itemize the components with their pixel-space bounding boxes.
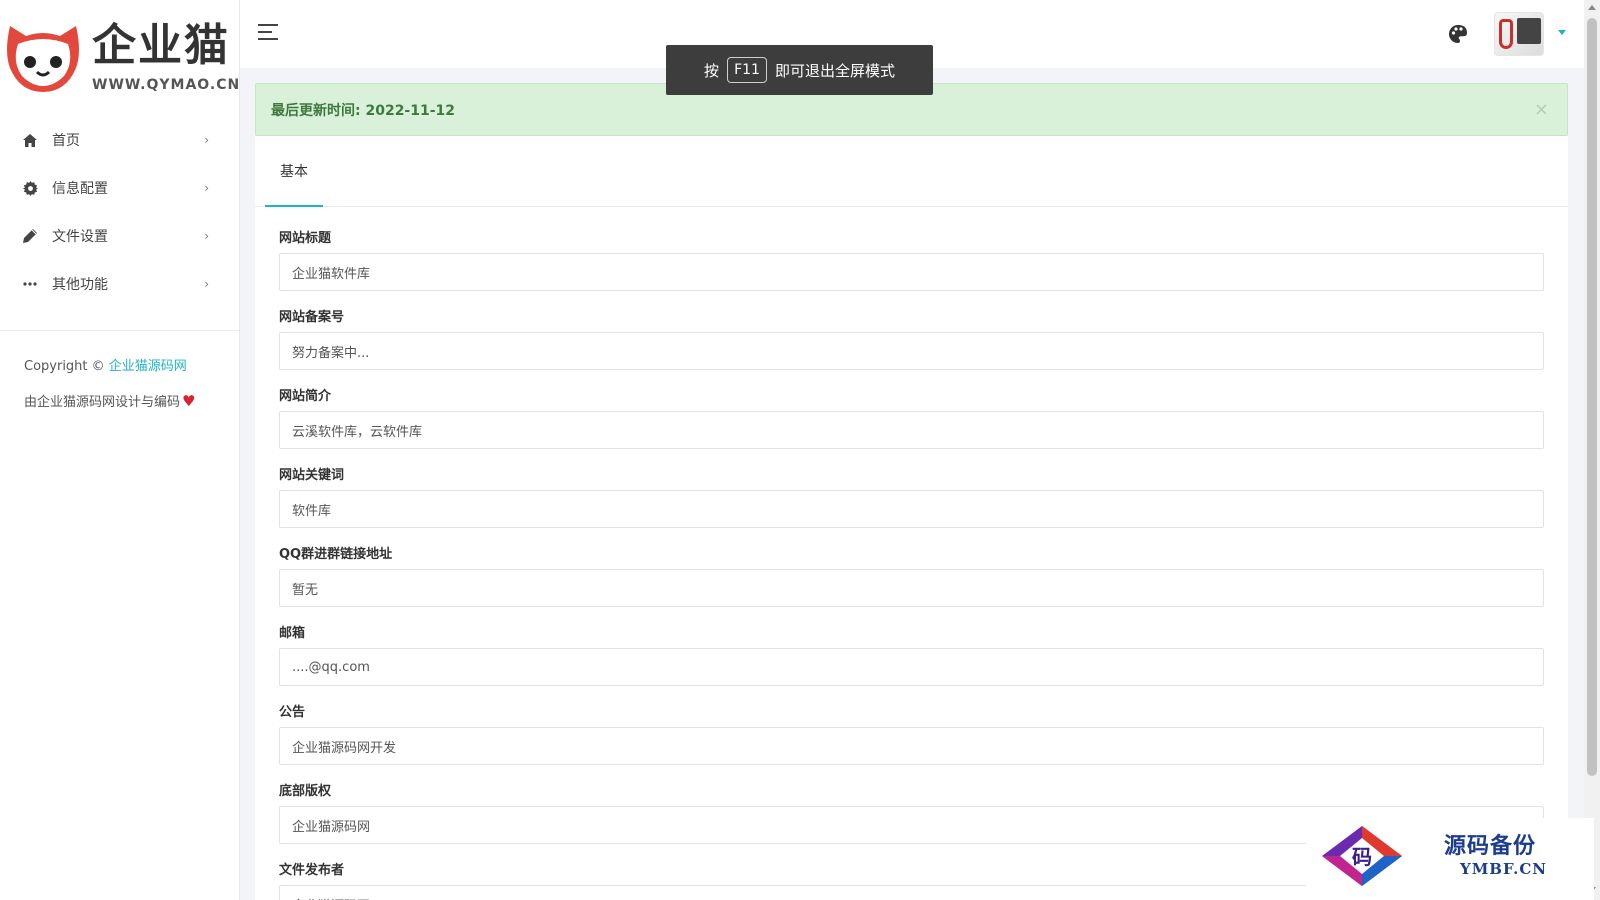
field-qq-group: QQ群进群链接地址 暂无: [279, 543, 1544, 607]
chevron-right-icon: ›: [204, 229, 209, 243]
field-label: 底部版权: [279, 784, 332, 799]
copyright-prefix: Copyright ©: [24, 359, 105, 374]
toast-key: F11: [727, 57, 767, 83]
field-notice: 公告 企业猫源码网开发: [279, 701, 1544, 765]
menu-toggle-icon[interactable]: [258, 24, 278, 42]
field-label: 邮箱: [279, 626, 306, 641]
toast-suffix: 即可退出全屏模式: [774, 61, 895, 80]
sidebar-item-home[interactable]: 首页 ›: [0, 116, 239, 164]
heart-icon: ♥: [182, 391, 196, 410]
sidebar-item-label: 文件设置: [52, 229, 108, 245]
field-label: 公告: [279, 705, 306, 720]
logo[interactable]: 企业猫 WWW.QYMAO.CN: [0, 0, 239, 102]
fullscreen-toast: 按 F11 即可退出全屏模式: [666, 45, 933, 95]
sidebar-item-file-settings[interactable]: 文件设置 ›: [0, 212, 239, 260]
description-input[interactable]: 云溪软件库，云软件库: [279, 411, 1544, 449]
sidebar-item-other[interactable]: 其他功能 ›: [0, 260, 239, 308]
site-title-input[interactable]: 企业猫软件库: [279, 253, 1544, 291]
field-icp: 网站备案号 努力备案中...: [279, 306, 1544, 370]
chevron-right-icon: ›: [204, 181, 209, 195]
watermark: 码 源码备份 YMBF.CN: [1306, 818, 1594, 900]
chevron-right-icon: ›: [204, 277, 209, 291]
chevron-right-icon: ›: [204, 133, 209, 147]
field-label: 网站关键词: [279, 468, 345, 483]
scroll-up-icon[interactable]: [1588, 5, 1596, 10]
sidebar-item-label: 首页: [52, 133, 80, 149]
more-icon: [22, 276, 38, 292]
credit: 由企业猫源码网设计与编码 ♥: [0, 377, 239, 411]
palette-icon[interactable]: [1448, 24, 1468, 44]
pencil-icon: [22, 228, 38, 244]
copyright: Copyright © 企业猫源码网: [0, 331, 239, 377]
chevron-down-icon[interactable]: [1558, 30, 1566, 35]
notice-input[interactable]: 企业猫源码网开发: [279, 727, 1544, 765]
close-icon[interactable]: ×: [1534, 99, 1549, 120]
sidebar-item-label: 信息配置: [52, 181, 108, 197]
keywords-input[interactable]: 软件库: [279, 490, 1544, 528]
logo-url: WWW.QYMAO.CN: [92, 77, 241, 93]
logo-text: 企业猫: [92, 20, 230, 71]
credit-text: 由企业猫源码网设计与编码: [24, 395, 181, 410]
tab-basic[interactable]: 基本: [265, 136, 323, 207]
gear-icon: [22, 180, 38, 196]
field-keywords: 网站关键词 软件库: [279, 464, 1544, 528]
field-label: 网站简介: [279, 389, 332, 404]
field-label: 网站标题: [279, 231, 332, 246]
cat-logo-icon: [7, 26, 79, 92]
icp-input[interactable]: 努力备案中...: [279, 332, 1544, 370]
svg-text:码: 码: [1352, 845, 1372, 869]
field-description: 网站简介 云溪软件库，云软件库: [279, 385, 1544, 449]
sidebar-item-label: 其他功能: [52, 277, 108, 293]
home-icon: [22, 132, 38, 148]
tab-bar: 基本: [255, 136, 1568, 207]
settings-form: 网站标题 企业猫软件库 网站备案号 努力备案中... 网站简介 云溪软件库，云软…: [255, 207, 1568, 900]
scrollbar-thumb[interactable]: [1587, 18, 1597, 776]
watermark-url: YMBF.CN: [1460, 860, 1548, 878]
field-label: 网站备案号: [279, 310, 345, 325]
scrollbar[interactable]: [1584, 0, 1600, 900]
sidebar: 企业猫 WWW.QYMAO.CN 首页 › 信息配置 › 文件设置 › 其他功能…: [0, 0, 240, 900]
sidebar-nav: 首页 › 信息配置 › 文件设置 › 其他功能 ›: [0, 116, 239, 308]
settings-card: 基本 网站标题 企业猫软件库 网站备案号 努力备案中... 网站简介 云溪软件库…: [255, 136, 1568, 900]
avatar[interactable]: [1494, 12, 1544, 56]
toast-prefix: 按: [704, 61, 720, 80]
field-site-title: 网站标题 企业猫软件库: [279, 227, 1544, 291]
field-email: 邮箱 ....@qq.com: [279, 622, 1544, 686]
copyright-link[interactable]: 企业猫源码网: [109, 359, 187, 374]
email-input[interactable]: ....@qq.com: [279, 648, 1544, 686]
alert-text: 最后更新时间: 2022-11-12: [271, 102, 456, 119]
field-label: QQ群进群链接地址: [279, 547, 393, 562]
qq-group-input[interactable]: 暂无: [279, 569, 1544, 607]
watermark-title: 源码备份: [1444, 833, 1537, 859]
sidebar-item-info-config[interactable]: 信息配置 ›: [0, 164, 239, 212]
watermark-logo-icon: 码: [1322, 826, 1402, 886]
